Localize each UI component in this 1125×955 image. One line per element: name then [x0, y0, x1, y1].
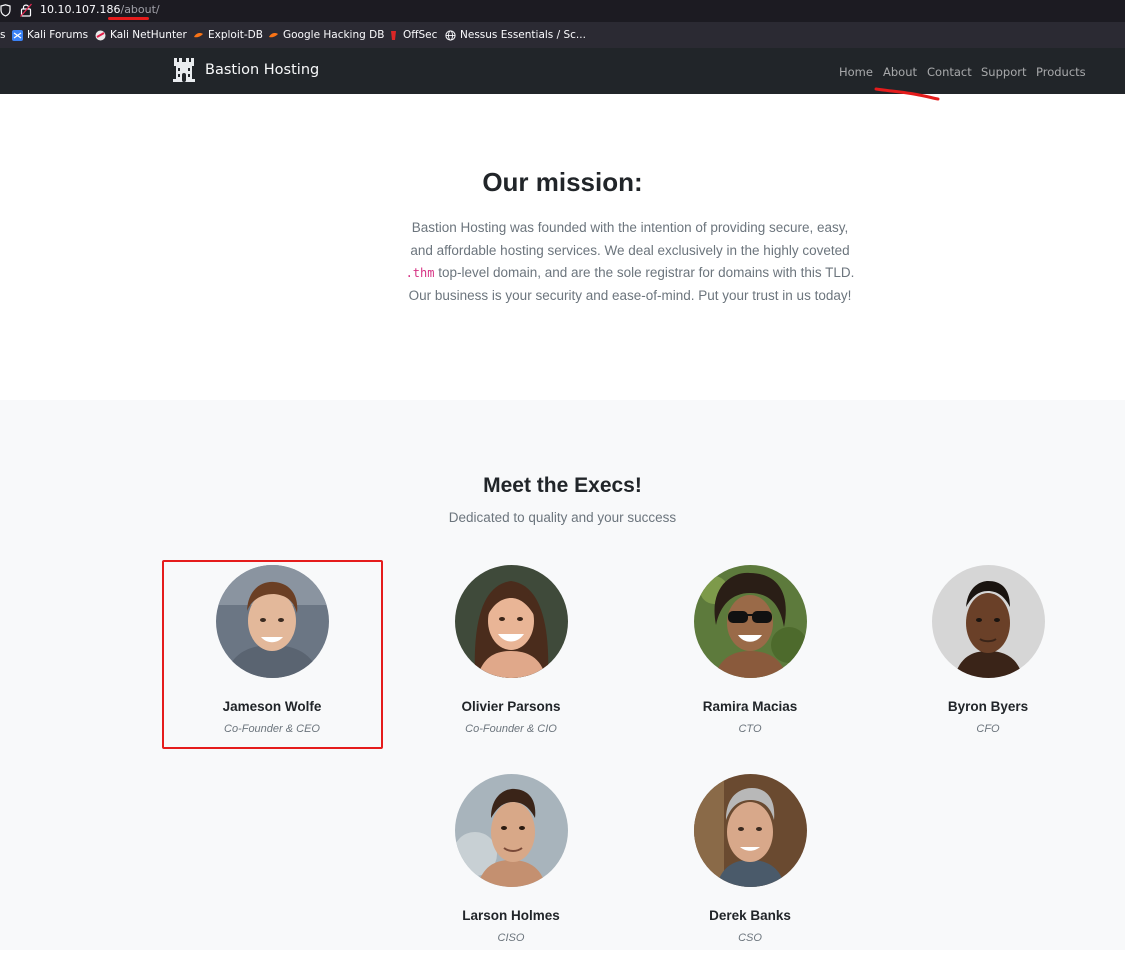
exec-name: Byron Byers [947, 699, 1029, 714]
exec-name: Derek Banks [709, 908, 791, 923]
castle-logo-icon[interactable] [172, 57, 196, 83]
url-path: /about/ [120, 3, 160, 16]
ghdb-icon [269, 32, 278, 37]
exec-card: Derek Banks CSO [630, 774, 870, 944]
url-host: 10.10.107.186 [40, 3, 121, 16]
avatar [454, 774, 568, 887]
bookmark-item[interactable]: s [0, 22, 5, 48]
bookmarks-toolbar: s Kali Forums Kali NetHunter Exploit-DB … [0, 22, 1125, 48]
brand-name[interactable]: Bastion Hosting [205, 62, 319, 78]
bookmark-nessus[interactable]: Nessus Essentials / Sc... [445, 22, 586, 48]
red-underline-annotation [108, 17, 149, 20]
bookmark-label: Nessus Essentials / Sc... [460, 29, 586, 41]
exec-name: Ramira Macias [702, 699, 798, 714]
offsec-icon [391, 30, 396, 40]
exec-name: Olivier Parsons [461, 699, 561, 714]
execs-heading: Meet the Execs! [483, 474, 642, 497]
exec-role: CSO [738, 932, 762, 944]
bookmark-label: Google Hacking DB [283, 29, 385, 41]
bookmark-label: OffSec [403, 29, 438, 41]
exec-card: Larson Holmes CISO [391, 774, 631, 944]
mission-paragraph: Bastion Hosting was founded with the int… [400, 217, 860, 307]
red-highlight-annotation [162, 560, 383, 749]
execs-subtitle: Dedicated to quality and your success [448, 510, 677, 525]
bookmark-kali-nethunter[interactable]: Kali NetHunter [95, 22, 187, 48]
avatar [693, 565, 807, 678]
bookmark-label: s [0, 29, 6, 41]
exec-role: CFO [976, 723, 1000, 735]
exec-card: Olivier Parsons Co-Founder & CIO [391, 565, 631, 735]
nav-link-products[interactable]: Products [1036, 65, 1086, 79]
exploit-db-icon [194, 32, 203, 37]
exec-card: Byron Byers CFO [868, 565, 1108, 735]
browser-url-bar[interactable]: 10.10.107.186/about/ [0, 0, 1125, 22]
bookmark-offsec[interactable]: OffSec [388, 22, 437, 48]
nav-link-home[interactable]: Home [839, 65, 873, 79]
exec-name: Larson Holmes [462, 908, 560, 923]
kali-nethunter-icon [95, 30, 106, 40]
shield-icon[interactable] [0, 4, 11, 17]
exec-card: Ramira Macias CTO [630, 565, 870, 735]
avatar [454, 565, 568, 678]
mission-text-end: top-level domain, and are the sole regis… [408, 265, 855, 303]
exec-role: CISO [497, 932, 525, 944]
bookmark-label: Exploit-DB [208, 29, 263, 41]
avatar [693, 774, 807, 887]
lock-insecure-icon[interactable] [20, 3, 32, 17]
nav-link-about[interactable]: About [883, 65, 917, 79]
kali-forums-icon [12, 29, 23, 41]
avatar [931, 565, 1045, 678]
exec-role: Co-Founder & CIO [465, 723, 557, 735]
mission-heading: Our mission: [482, 167, 643, 197]
bookmark-exploit-db[interactable]: Exploit-DB [193, 22, 263, 48]
globe-icon [445, 29, 456, 41]
bookmark-label: Kali NetHunter [110, 29, 187, 41]
bookmark-kali-forums[interactable]: Kali Forums [12, 22, 88, 48]
mission-text-start: Bastion Hosting was founded with the int… [410, 220, 850, 258]
exec-role: CTO [738, 723, 762, 735]
nav-link-support[interactable]: Support [981, 65, 1026, 79]
tld-code: .thm [405, 266, 435, 280]
red-underline-annotation [874, 87, 940, 101]
site-navbar: Bastion Hosting Home About Contact Suppo… [0, 48, 1125, 94]
url-text[interactable]: 10.10.107.186/about/ [40, 3, 160, 16]
nav-link-contact[interactable]: Contact [927, 65, 972, 79]
bookmark-google-hacking-db[interactable]: Google Hacking DB [268, 22, 384, 48]
mission-section: Our mission: Bastion Hosting was founded… [0, 94, 1125, 400]
page-bottom-edge [0, 950, 1125, 955]
bookmark-label: Kali Forums [27, 29, 89, 41]
